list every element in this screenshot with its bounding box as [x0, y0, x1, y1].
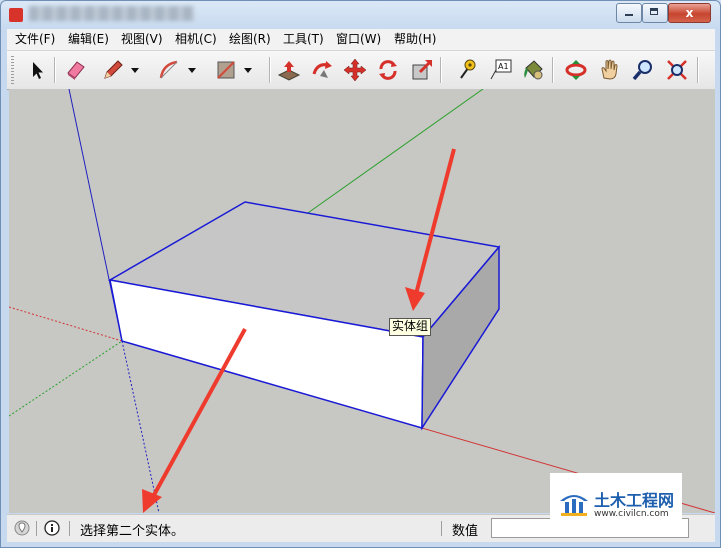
rectangle-dropdown[interactable] — [241, 56, 255, 84]
watermark-logo: 土木工程网 www.civilcn.com — [550, 473, 682, 531]
zoom-extents-icon — [667, 60, 687, 80]
modeling-viewport[interactable]: 实体组 — [9, 89, 715, 513]
eraser-tool-button[interactable] — [62, 56, 90, 84]
text-label-icon: A1 — [490, 59, 512, 80]
civil-engineering-logo-icon — [560, 495, 588, 516]
main-toolbar: A1 — [7, 50, 715, 90]
pan-hand-icon — [601, 59, 618, 80]
move-icon — [343, 58, 367, 82]
menu-tools[interactable]: 工具(T) — [283, 31, 324, 48]
menu-camera[interactable]: 相机(C) — [175, 31, 217, 48]
pencil-tool-button[interactable] — [99, 56, 127, 84]
toolbar-separator — [697, 57, 699, 83]
toolbar-separator — [440, 57, 442, 83]
scene-canvas[interactable] — [9, 89, 715, 513]
tape-measure-tool-button[interactable] — [452, 56, 480, 84]
text-tool-button[interactable]: A1 — [486, 56, 514, 84]
geo-location-icon[interactable] — [14, 520, 30, 536]
status-divider — [441, 521, 442, 536]
menu-draw[interactable]: 绘图(R) — [229, 31, 271, 48]
menu-window[interactable]: 窗口(W) — [336, 31, 381, 48]
follow-me-icon — [312, 61, 332, 78]
status-divider — [36, 521, 37, 536]
close-button[interactable]: x — [668, 3, 711, 23]
maximize-icon — [650, 8, 658, 15]
rotate-icon — [379, 60, 397, 80]
arc-icon — [159, 60, 178, 79]
pencil-icon — [104, 60, 123, 79]
chevron-down-icon — [131, 68, 139, 73]
pencil-dropdown[interactable] — [128, 56, 142, 84]
select-arrow-icon — [33, 62, 43, 79]
scale-icon — [412, 59, 433, 80]
title-bar[interactable]: x — [1, 1, 720, 28]
entity-tooltip: 实体组 — [389, 318, 432, 336]
zoom-extents-tool-button[interactable] — [663, 56, 691, 84]
chevron-down-icon — [188, 68, 196, 73]
follow-me-tool-button[interactable] — [308, 56, 336, 84]
app-icon — [9, 8, 23, 22]
arc-dropdown[interactable] — [185, 56, 199, 84]
rotate-tool-button[interactable] — [374, 56, 402, 84]
close-icon: x — [685, 6, 694, 20]
measurements-label: 数值 — [452, 524, 479, 539]
minimize-icon — [625, 14, 633, 16]
rectangle-icon — [217, 61, 235, 79]
instructor-info-icon[interactable] — [44, 520, 60, 536]
minimize-button[interactable] — [616, 3, 642, 23]
move-tool-button[interactable] — [341, 56, 369, 84]
status-divider — [69, 521, 70, 536]
tape-measure-icon — [460, 59, 476, 79]
menu-bar: 文件(F) 编辑(E) 视图(V) 相机(C) 绘图(R) 工具(T) 窗口(W… — [7, 29, 715, 50]
arc-tool-button[interactable] — [155, 56, 183, 84]
toolbar-separator — [54, 57, 56, 83]
green-axis-line — [304, 89, 484, 216]
maximize-button[interactable] — [642, 3, 668, 23]
toolbar-separator — [552, 57, 554, 83]
rectangle-tool-button[interactable] — [212, 56, 240, 84]
push-pull-tool-button[interactable] — [275, 56, 303, 84]
menu-view[interactable]: 视图(V) — [121, 31, 163, 48]
scale-tool-button[interactable] — [408, 56, 436, 84]
green-axis-dashed — [9, 340, 123, 417]
toolbar-grip[interactable] — [11, 56, 14, 84]
blue-axis-dashed — [121, 340, 160, 513]
watermark-url: www.civilcn.com — [594, 509, 669, 519]
toolbar-separator — [269, 57, 271, 83]
paint-bucket-tool-button[interactable] — [519, 56, 547, 84]
pan-tool-button[interactable] — [596, 56, 624, 84]
push-pull-icon — [277, 61, 301, 81]
red-axis-dashed — [9, 306, 123, 342]
zoom-magnifier-icon — [632, 60, 652, 81]
status-message: 选择第二个实体。 — [80, 524, 185, 539]
text-tool-glyph: A1 — [498, 62, 509, 71]
eraser-icon — [67, 61, 85, 80]
zoom-tool-button[interactable] — [629, 56, 657, 84]
select-tool-button[interactable] — [23, 56, 51, 84]
paint-bucket-icon — [524, 60, 543, 80]
orbit-tool-button[interactable] — [562, 56, 590, 84]
chevron-down-icon — [244, 68, 252, 73]
menu-help[interactable]: 帮助(H) — [394, 31, 436, 48]
menu-file[interactable]: 文件(F) — [15, 31, 55, 48]
menu-edit[interactable]: 编辑(E) — [68, 31, 109, 48]
orbit-icon — [565, 60, 587, 80]
window-title — [29, 6, 194, 21]
application-window: x 文件(F) 编辑(E) 视图(V) 相机(C) 绘图(R) 工具(T) 窗口… — [0, 0, 721, 548]
watermark-title: 土木工程网 — [594, 491, 675, 510]
